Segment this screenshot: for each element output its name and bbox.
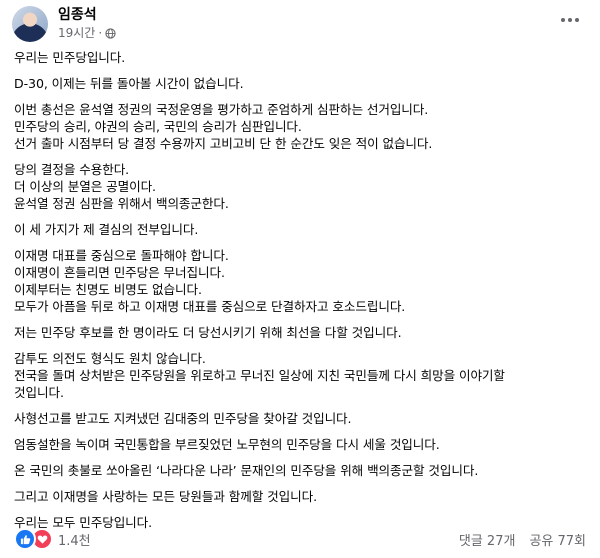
text-line: 그리고 이재명을 사랑하는 모든 당원들과 함께할 것입니다. xyxy=(14,489,317,504)
text-line: 감투도 의전도 형식도 원치 않습니다. xyxy=(14,351,206,366)
paragraph: 이재명 대표를 중심으로 돌파해야 합니다. 이재명이 흔들리면 민주당은 무너… xyxy=(14,247,589,315)
avatar[interactable] xyxy=(12,6,48,42)
more-dot-icon xyxy=(568,18,572,22)
text-line: 우리는 민주당입니다. xyxy=(14,50,126,65)
like-icon xyxy=(14,528,36,550)
more-options-button[interactable] xyxy=(556,10,584,30)
text-line: 윤석열 정권 심판을 위해서 백의종군한다. xyxy=(14,196,229,211)
shares-count[interactable]: 공유 77회 xyxy=(529,530,586,549)
paragraph: 감투도 의전도 형식도 원치 않습니다. 전국을 돌며 상처받은 민주당원을 위… xyxy=(14,350,589,401)
more-dot-icon xyxy=(575,18,579,22)
more-dot-icon xyxy=(561,18,565,22)
globe-icon xyxy=(105,27,116,39)
post-time[interactable]: 19시간 xyxy=(58,25,95,41)
text-line: 사형선고를 받고도 지켜냈던 김대중의 민주당을 찾아갈 것입니다. xyxy=(14,411,352,426)
text-line: D-30, 이제는 뒤를 돌아볼 시간이 없습니다. xyxy=(14,76,244,91)
paragraph: 이 세 가지가 제 결심의 전부입니다. xyxy=(14,221,589,238)
meta-separator: · xyxy=(98,26,103,40)
paragraph: 사형선고를 받고도 지켜냈던 김대중의 민주당을 찾아갈 것입니다. xyxy=(14,410,589,427)
text-line: 이재명이 흔들리면 민주당은 무너집니다. xyxy=(14,265,225,280)
paragraph: D-30, 이제는 뒤를 돌아볼 시간이 없습니다. xyxy=(14,75,589,92)
text-line: 이 세 가지가 제 결심의 전부입니다. xyxy=(14,222,199,237)
comments-count[interactable]: 댓글 27개 xyxy=(459,530,516,549)
post-meta: 19시간 · xyxy=(58,25,116,41)
post-body: 우리는 민주당입니다. D-30, 이제는 뒤를 돌아볼 시간이 없습니다. 이… xyxy=(14,49,589,540)
text-line: 이제부터는 친명도 비명도 없습니다. xyxy=(14,282,202,297)
text-line: 엄동설한을 녹이며 국민통합을 부르짖었던 노무현의 민주당을 다시 세울 것입… xyxy=(14,437,440,452)
text-line: 모두가 아픔을 뒤로 하고 이재명 대표를 중심으로 단결하자고 호소드립니다. xyxy=(14,299,406,314)
paragraph: 당의 결정을 수용한다. 더 이상의 분열은 공멸이다. 윤석열 정권 심판을 … xyxy=(14,161,589,212)
text-line: 더 이상의 분열은 공멸이다. xyxy=(14,179,156,194)
author-name[interactable]: 임종석 xyxy=(58,6,97,24)
text-line: 온 국민의 촛불로 쏘아올린 ‘나라다운 나라’ 문재인의 민주당을 위해 백의… xyxy=(14,463,479,478)
post-footer: 1.4천 댓글 27개 공유 77회 xyxy=(14,528,586,550)
paragraph: 엄동설한을 녹이며 국민통합을 부르짖었던 노무현의 민주당을 다시 세울 것입… xyxy=(14,436,589,453)
text-line: 것입니다. xyxy=(14,385,64,400)
reactions-summary[interactable]: 1.4천 xyxy=(14,528,91,550)
paragraph: 그리고 이재명을 사랑하는 모든 당원들과 함께할 것입니다. xyxy=(14,488,589,505)
text-line: 민주당의 승리, 야권의 승리, 국민의 승리가 심판입니다. xyxy=(14,119,302,134)
text-line: 이재명 대표를 중심으로 돌파해야 합니다. xyxy=(14,248,229,263)
text-line: 저는 민주당 후보를 한 명이라도 더 당선시키기 위해 최선을 다할 것입니다… xyxy=(14,325,402,340)
paragraph: 온 국민의 촛불로 쏘아올린 ‘나라다운 나라’ 문재인의 민주당을 위해 백의… xyxy=(14,462,589,479)
text-line: 선거 출마 시점부터 당 결정 수용까지 고비고비 단 한 순간도 잊은 적이 … xyxy=(14,136,433,151)
paragraph: 우리는 민주당입니다. xyxy=(14,49,589,66)
post-header: 임종석 19시간 · xyxy=(12,6,588,42)
text-line: 전국을 돌며 상처받은 민주당원을 위로하고 무너진 일상에 지친 국민들께 다… xyxy=(14,368,505,383)
text-line: 당의 결정을 수용한다. xyxy=(14,162,130,177)
text-line: 이번 총선은 윤석열 정권의 국정운영을 평가하고 준엄하게 심판하는 선거입니… xyxy=(14,102,429,117)
paragraph: 저는 민주당 후보를 한 명이라도 더 당선시키기 위해 최선을 다할 것입니다… xyxy=(14,324,589,341)
paragraph: 이번 총선은 윤석열 정권의 국정운영을 평가하고 준엄하게 심판하는 선거입니… xyxy=(14,101,589,152)
engagement-stats: 댓글 27개 공유 77회 xyxy=(459,530,586,549)
reaction-count[interactable]: 1.4천 xyxy=(58,530,91,549)
